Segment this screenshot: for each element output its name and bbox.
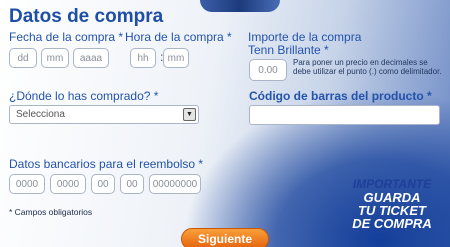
chevron-down-icon[interactable]: ▼	[183, 108, 196, 121]
next-button[interactable]: Siguiente	[181, 228, 269, 247]
barcode-input[interactable]	[249, 105, 440, 125]
importe-label-line1: Importe de la compra	[248, 30, 362, 44]
header-decoration	[200, 0, 280, 12]
codigo-label: Código de barras del producto *	[249, 89, 432, 103]
importe-input[interactable]: 0.00	[249, 59, 287, 81]
store-select[interactable]: Selecciona ▼	[9, 105, 199, 124]
donde-label: ¿Dónde lo has comprado? *	[9, 89, 159, 103]
minute-input[interactable]: mm	[163, 48, 189, 68]
day-input[interactable]: dd	[9, 48, 37, 68]
month-input[interactable]: mm	[41, 48, 69, 68]
year-input[interactable]: aaaa	[73, 48, 109, 68]
hour-input[interactable]: hh	[130, 48, 156, 68]
bank-field-4[interactable]: 00	[120, 174, 144, 194]
bancarios-label: Datos bancarios para el reembolso *	[9, 157, 204, 171]
decimal-note: Para poner un precio en decimales se deb…	[293, 58, 442, 76]
bank-field-2[interactable]: 0000	[50, 174, 86, 194]
bank-field-5[interactable]: 00000000	[149, 174, 201, 194]
page-title: Datos de compra	[9, 6, 164, 27]
bank-field-3[interactable]: 00	[91, 174, 115, 194]
importante-line4: DE COMPRA	[352, 216, 432, 231]
store-select-value: Selecciona	[16, 109, 65, 120]
fecha-label: Fecha de la compra *	[9, 30, 124, 44]
bank-field-1[interactable]: 0000	[9, 174, 45, 194]
importante-notice: IMPORTANTE GUARDA TU TICKET DE COMPRA	[340, 178, 444, 231]
hora-label: Hora de la compra *	[125, 30, 232, 44]
required-note: * Campos obligatorios	[9, 207, 93, 217]
importe-label-line2: Tenn Brillante *	[248, 43, 329, 57]
